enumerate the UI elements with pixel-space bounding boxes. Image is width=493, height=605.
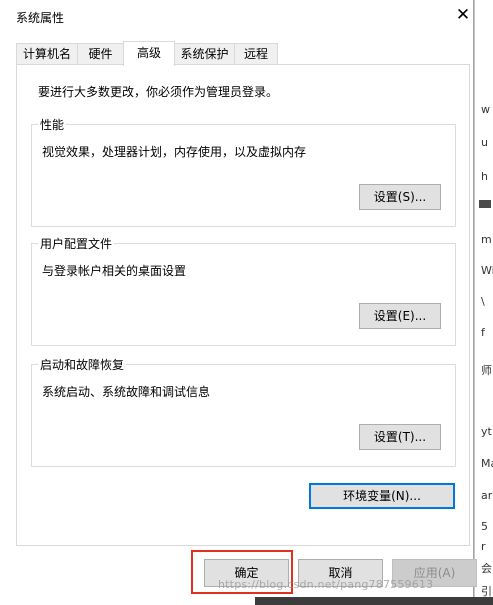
background-text: r xyxy=(481,540,486,553)
background-taskbar-strip xyxy=(255,597,493,605)
background-text: 师 xyxy=(481,364,492,377)
background-text: w xyxy=(481,103,490,116)
background-text: ar xyxy=(481,489,493,502)
tab-advanced[interactable]: 高级 xyxy=(123,41,175,66)
user-profiles-group: 用户配置文件 与登录帐户相关的桌面设置 设置(E)... xyxy=(31,235,456,346)
tab-system-protection[interactable]: 系统保护 xyxy=(174,43,235,65)
apply-button[interactable]: 应用(A) xyxy=(392,559,477,587)
user-profiles-settings-button[interactable]: 设置(E)... xyxy=(359,303,441,329)
advanced-tab-panel: 要进行大多数更改，你必须作为管理员登录。 性能 视觉效果，处理器计划，内存使用，… xyxy=(16,64,470,546)
background-bar xyxy=(479,200,491,208)
startup-recovery-settings-button[interactable]: 设置(T)... xyxy=(359,424,441,450)
window-title: 系统属性 xyxy=(16,11,65,25)
startup-recovery-description: 系统启动、系统故障和调试信息 xyxy=(42,385,211,399)
startup-recovery-group-title: 启动和故障恢复 xyxy=(38,356,127,373)
close-icon[interactable]: ✕ xyxy=(452,4,474,26)
background-text: Ma xyxy=(481,457,493,470)
admin-note: 要进行大多数更改，你必须作为管理员登录。 xyxy=(38,85,279,99)
background-text: 5 xyxy=(481,520,488,533)
tab-computer-name[interactable]: 计算机名 xyxy=(16,43,78,65)
background-text: f xyxy=(481,326,485,339)
background-text: Wi xyxy=(481,264,493,277)
ok-button[interactable]: 确定 xyxy=(204,559,289,587)
background-text: m xyxy=(481,233,492,246)
cancel-button[interactable]: 取消 xyxy=(298,559,383,587)
performance-group: 性能 视觉效果，处理器计划，内存使用，以及虚拟内存 设置(S)... xyxy=(31,116,456,227)
system-properties-dialog: 系统属性 ✕ 计算机名 硬件 高级 系统保护 远程 要进行大多数更改，你必须作为… xyxy=(0,0,477,597)
background-text: h xyxy=(481,170,488,183)
background-text: \ xyxy=(481,295,485,308)
performance-settings-button[interactable]: 设置(S)... xyxy=(359,184,441,210)
tab-remote[interactable]: 远程 xyxy=(234,43,278,65)
performance-description: 视觉效果，处理器计划，内存使用，以及虚拟内存 xyxy=(42,145,307,159)
background-text: 会 xyxy=(481,562,492,575)
startup-recovery-group: 启动和故障恢复 系统启动、系统故障和调试信息 设置(T)... xyxy=(31,356,456,467)
tab-hardware[interactable]: 硬件 xyxy=(77,43,124,65)
performance-group-title: 性能 xyxy=(38,116,67,133)
user-profiles-description: 与登录帐户相关的桌面设置 xyxy=(42,264,187,278)
background-window-strip: w u h m Wi \ f 师 yt Ma ar 5 r 会 引 xyxy=(474,0,493,605)
environment-variables-button[interactable]: 环境变量(N)... xyxy=(309,483,455,509)
background-text: yt xyxy=(481,425,492,438)
background-text: u xyxy=(481,136,488,149)
title-bar[interactable]: 系统属性 ✕ xyxy=(0,0,474,32)
user-profiles-group-title: 用户配置文件 xyxy=(38,235,115,252)
